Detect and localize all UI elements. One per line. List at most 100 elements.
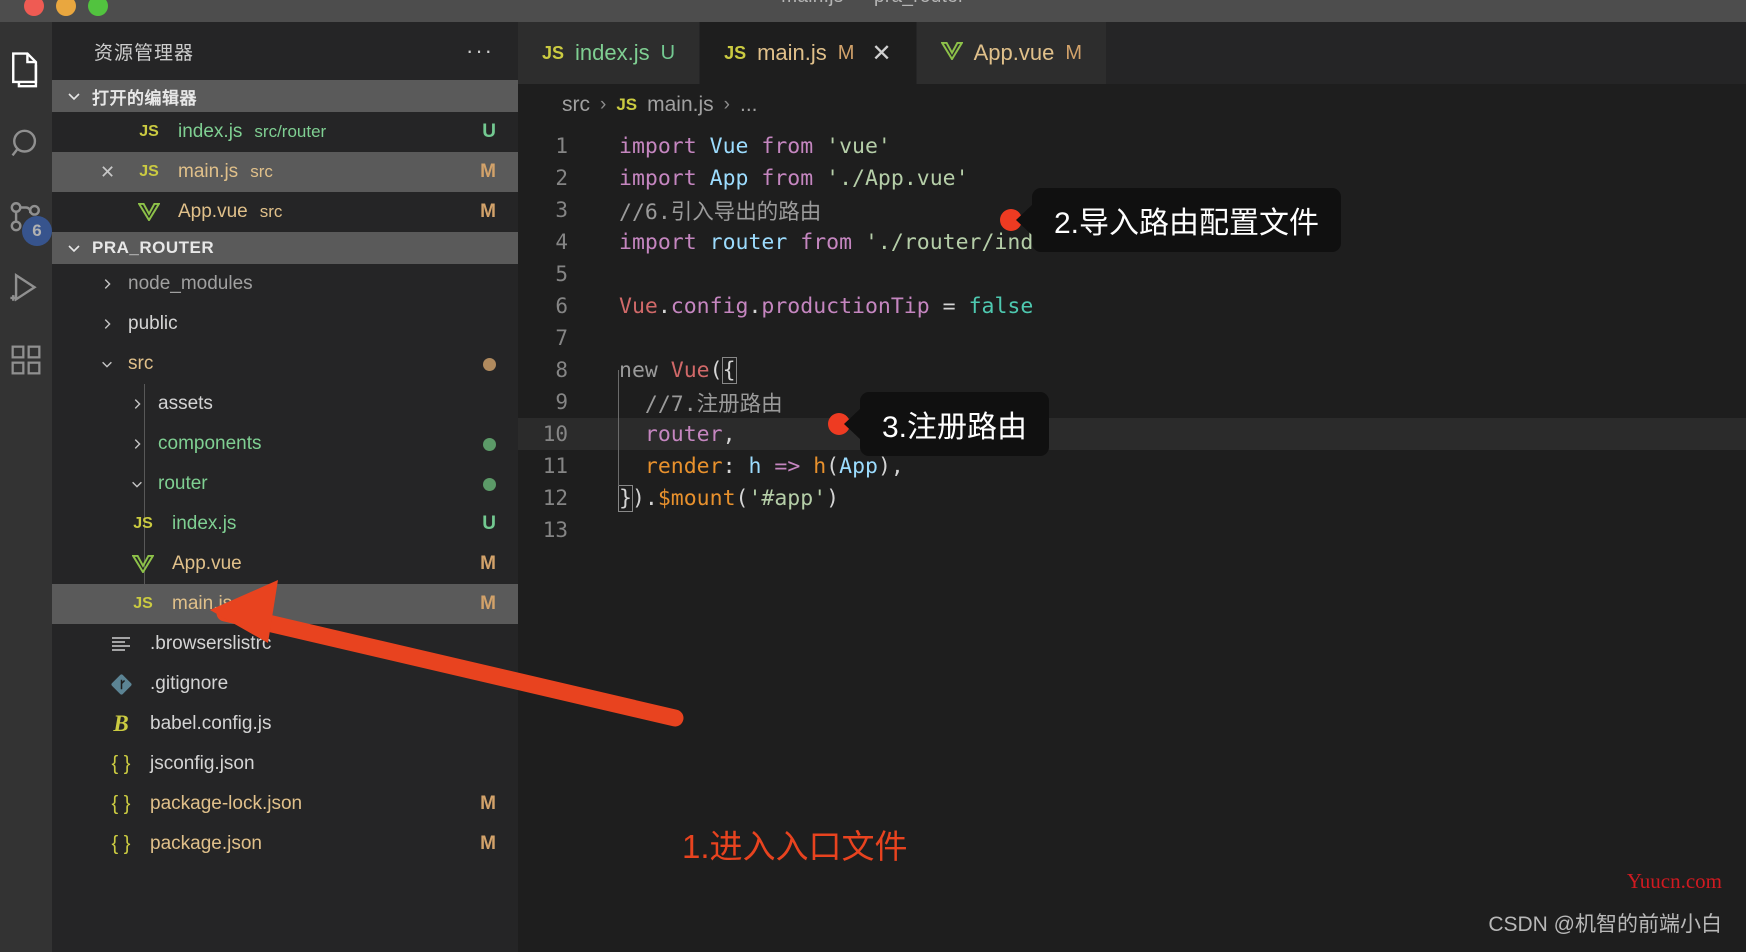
activity-item-explorer[interactable] (0, 36, 52, 108)
tree-item-public[interactable]: public (52, 304, 518, 344)
run-debug-icon (9, 271, 43, 305)
activity-item-search[interactable] (0, 108, 52, 180)
open-editors-label: 打开的编辑器 (92, 88, 197, 108)
vue-file-icon (939, 40, 964, 66)
breadcrumb-part-file[interactable]: main.js (647, 93, 714, 117)
project-label: PRA_ROUTER (92, 238, 215, 257)
line-number: 9 (555, 390, 568, 414)
activity-item-source-control[interactable]: 6 (0, 180, 52, 252)
project-section-header[interactable]: PRA_ROUTER (52, 232, 518, 264)
breadcrumb[interactable]: src › JS main.js › ... (518, 84, 1746, 126)
line-number: 1 (555, 134, 568, 158)
vue-file-icon (136, 203, 162, 221)
tree-item-label: .browserslistrc (150, 633, 272, 654)
open-editor-status: M (480, 201, 496, 222)
code-line: 7 (518, 322, 1746, 354)
tab-label: main.js (757, 40, 827, 65)
tree-item-gitignore[interactable]: .gitignore (52, 664, 518, 704)
open-editor-item-index-js[interactable]: JS index.js src/router U (52, 112, 518, 152)
title-bar: main.js — pra_router (0, 0, 1746, 22)
code-line: 6 Vue.config.productionTip = false (518, 290, 1746, 322)
open-editor-item-main-js[interactable]: ✕ JS main.js src M (52, 152, 518, 192)
js-file-icon: JS (542, 42, 565, 63)
breadcrumb-part-symbol[interactable]: ... (740, 93, 758, 117)
tree-item-assets[interactable]: assets (52, 384, 518, 424)
code-line: 12 }).$mount('#app') (518, 482, 1746, 514)
callout-2: 2.导入路由配置文件 (1000, 188, 1342, 252)
files-icon (9, 52, 43, 92)
chevron-right-icon (96, 317, 118, 331)
close-icon[interactable]: ✕ (871, 39, 891, 68)
callout-text: 2.导入路由配置文件 (1032, 188, 1342, 252)
tree-item-label: public (128, 313, 178, 334)
tree-item-label: .gitignore (150, 673, 229, 694)
chevron-right-icon (126, 437, 148, 451)
git-status-dot (483, 477, 496, 491)
search-icon (9, 127, 43, 161)
callout-text: 3.注册路由 (860, 392, 1050, 456)
explorer-title: 资源管理器 (94, 42, 195, 64)
tree-item-node-modules[interactable]: node_modules (52, 264, 518, 304)
tab-app-vue[interactable]: App.vue M (916, 22, 1107, 84)
line-number: 5 (555, 262, 568, 286)
line-number: 2 (555, 166, 568, 190)
line-number: 11 (542, 454, 568, 478)
tree-item-src[interactable]: src (52, 344, 518, 384)
js-file-icon: JS (616, 95, 638, 114)
code-line: 5 (518, 258, 1746, 290)
json-icon: { } (111, 792, 131, 815)
tree-item-components[interactable]: components (52, 424, 518, 464)
tree-item-status: U (482, 513, 496, 534)
git-icon (108, 673, 134, 695)
chevron-down-icon (126, 477, 148, 491)
js-file-icon: JS (139, 163, 159, 180)
js-file-icon: JS (133, 515, 153, 532)
tree-item-jsconfig-json[interactable]: { } jsconfig.json (52, 744, 518, 784)
open-editor-status: M (480, 161, 496, 182)
activity-item-extensions[interactable] (0, 324, 52, 396)
open-editor-path: src (259, 202, 283, 221)
open-editors-section-header[interactable]: 打开的编辑器 (52, 80, 518, 112)
line-number: 13 (542, 518, 568, 542)
code-line: 8 new Vue({ (518, 354, 1746, 386)
line-number: 10 (542, 422, 568, 446)
chevron-right-icon: › (600, 94, 607, 115)
open-editor-item-app-vue[interactable]: App.vue src M (52, 192, 518, 232)
tree-item-router[interactable]: router (52, 464, 518, 504)
tree-item-label: index.js (172, 513, 237, 534)
tree-item-main-js[interactable]: JS main.js M (52, 584, 518, 624)
tree-item-label: node_modules (128, 273, 253, 294)
tree-item-label: App.vue (172, 553, 242, 574)
line-number: 12 (542, 486, 568, 510)
code-line-text: Vue.config.productionTip = false (619, 293, 1034, 319)
watermark-site: Yuucn.com (1626, 869, 1722, 893)
tree-item-app-vue[interactable]: App.vue M (52, 544, 518, 584)
chevron-right-icon: › (723, 94, 730, 115)
tree-item-babel-config-js[interactable]: B babel.config.js (52, 704, 518, 744)
chevron-right-icon (126, 397, 148, 411)
code-line-text: render: h => h(App), (644, 453, 904, 479)
tree-item-index-js[interactable]: JS index.js U (52, 504, 518, 544)
tree-item-package-json[interactable]: { } package.json M (52, 824, 518, 864)
code-line: 11 render: h => h(App), (518, 450, 1746, 482)
open-editor-name: App.vue (178, 201, 248, 222)
activity-item-run-and-debug[interactable] (0, 252, 52, 324)
breadcrumb-part-src[interactable]: src (562, 93, 590, 117)
tree-item-browserslistrc[interactable]: .browserslistrc (52, 624, 518, 664)
line-number: 4 (555, 230, 568, 254)
chevron-down-icon (66, 240, 82, 256)
close-icon[interactable]: ✕ (100, 162, 115, 183)
tree-item-label: babel.config.js (150, 713, 272, 734)
js-file-icon: JS (724, 42, 747, 63)
tree-item-label: assets (158, 393, 213, 414)
tab-index-js[interactable]: JS index.js U (518, 22, 701, 84)
tree-item-package-lock-json[interactable]: { } package-lock.json M (52, 784, 518, 824)
tab-main-js[interactable]: JS main.js M ✕ (700, 22, 917, 84)
tab-label: index.js (575, 40, 650, 65)
indent-guide (618, 370, 619, 486)
more-actions-icon[interactable]: ··· (466, 40, 494, 62)
code-line-text: import Vue from 'vue' (619, 133, 891, 159)
line-number: 6 (555, 294, 568, 318)
tree-item-status: M (480, 593, 496, 614)
tab-modifier: M (1065, 41, 1082, 64)
